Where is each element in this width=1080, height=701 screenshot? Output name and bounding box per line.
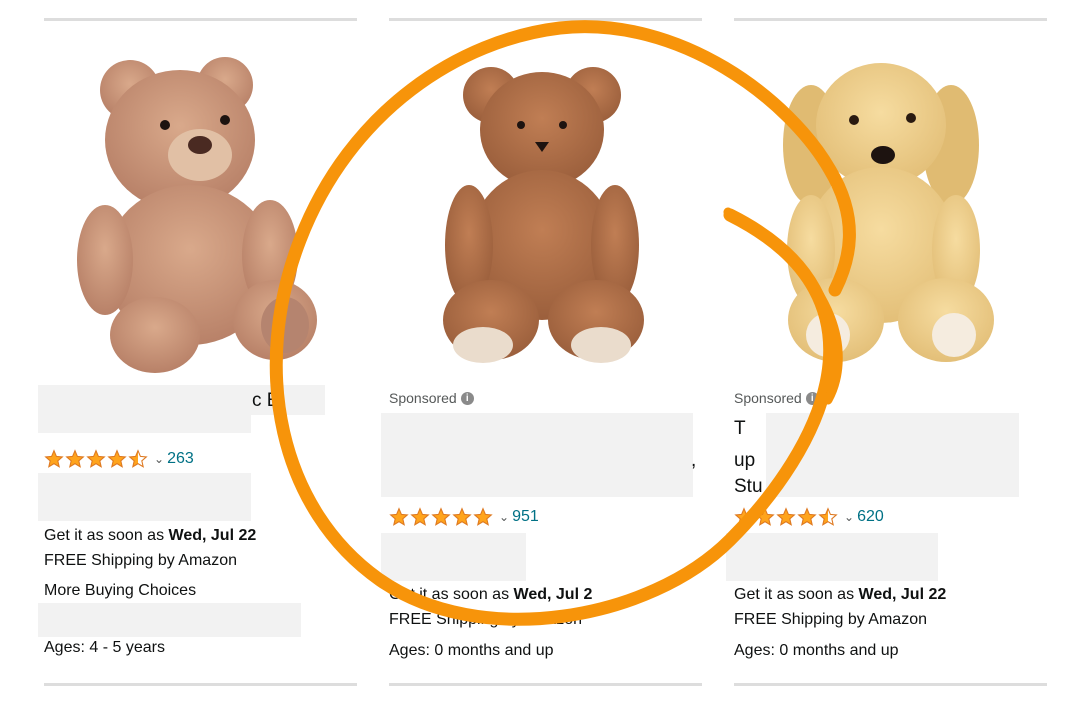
product-card-3[interactable]: Sponsored i T up Stu ⌄ 620 Get it as soo…	[726, 0, 1046, 701]
chevron-down-icon[interactable]: ⌄	[844, 510, 854, 524]
star-icon	[734, 507, 754, 526]
more-buying-choices-link[interactable]: More Buying Choices	[44, 582, 196, 600]
star-icon	[65, 449, 85, 468]
redacted-title-3	[766, 413, 1019, 497]
star-icon	[776, 507, 796, 526]
ages-line-2: Ages: 0 months and up	[389, 642, 554, 659]
partial-title-line-2: up	[734, 450, 756, 471]
star-rating-3[interactable]	[734, 507, 838, 527]
rating-count-1[interactable]: 263	[167, 450, 194, 468]
redacted-title-1b	[38, 415, 251, 433]
divider-bottom-3	[734, 683, 1047, 686]
info-icon[interactable]: i	[805, 391, 819, 405]
rating-row-2[interactable]: ⌄ 951	[389, 507, 539, 527]
rating-row-1[interactable]: ⌄ 263	[44, 449, 194, 469]
delivery-prefix-1: Get it as soon as	[44, 527, 165, 544]
star-icon	[107, 449, 127, 468]
delivery-line-3: Get it as soon as Wed, Jul 22	[734, 586, 946, 604]
redacted-title-1	[38, 385, 325, 415]
star-icon	[44, 449, 64, 468]
star-rating-1[interactable]	[44, 449, 148, 469]
chevron-down-icon[interactable]: ⌄	[154, 452, 164, 466]
partial-title-line-1: T	[734, 418, 746, 439]
rating-count-3[interactable]: 620	[857, 508, 884, 526]
delivery-prefix-3: Get it as soon as	[734, 586, 855, 603]
redacted-offer-1	[38, 603, 301, 637]
shipping-line-2: FREE Shipping by Amazon	[389, 611, 582, 628]
shipping-line-1: FREE Shipping by Amazon	[44, 552, 237, 569]
partial-title-line-3: Stu	[734, 476, 763, 497]
product-card-1[interactable]: c E ⌄ 263 Get it as soon as Wed, Jul 22 …	[38, 0, 358, 701]
star-rating-2[interactable]	[389, 507, 493, 527]
sponsored-text-3: Sponsored	[734, 390, 802, 406]
redacted-price-3	[726, 533, 938, 581]
sponsored-label-3: Sponsored i	[734, 390, 819, 406]
rating-count-2[interactable]: 951	[512, 508, 539, 526]
redacted-price-1	[38, 473, 251, 521]
star-icon	[389, 507, 409, 526]
sponsored-label-2: Sponsored i	[389, 390, 474, 406]
product-image-teddy-bear-2[interactable]	[411, 50, 671, 380]
star-icon	[410, 507, 430, 526]
star-icon	[452, 507, 472, 526]
redacted-title-2	[381, 413, 693, 497]
product-image-puppy-plush[interactable]	[766, 50, 1026, 380]
rating-row-3[interactable]: ⌄ 620	[734, 507, 884, 527]
star-icon	[473, 507, 493, 526]
redacted-price-2	[381, 533, 526, 581]
delivery-line-2: Get it as soon as Wed, Jul 2	[389, 586, 592, 604]
partial-title-text-2: ,	[691, 450, 697, 471]
delivery-line-1: Get it as soon as Wed, Jul 22	[44, 527, 256, 545]
partial-title-text-1: c E	[252, 390, 280, 411]
star-icon	[431, 507, 451, 526]
delivery-date-3: Wed, Jul 22	[858, 586, 947, 603]
delivery-date-2: Wed, Jul 2	[513, 586, 593, 603]
chevron-down-icon[interactable]: ⌄	[499, 510, 509, 524]
product-card-2[interactable]: Sponsored i , ⌄ 951 Get it as soon as We…	[381, 0, 701, 701]
delivery-date-1: Wed, Jul 22	[168, 527, 257, 544]
product-image-teddy-bear-1[interactable]	[70, 50, 330, 380]
info-icon[interactable]: i	[460, 391, 474, 405]
sponsored-text-2: Sponsored	[389, 390, 457, 406]
shipping-line-3: FREE Shipping by Amazon	[734, 611, 927, 628]
divider-bottom-2	[389, 683, 702, 686]
delivery-prefix-2: Get it as soon as	[389, 586, 510, 603]
star-icon	[797, 507, 817, 526]
ages-line-3: Ages: 0 months and up	[734, 642, 899, 659]
half-star-icon	[128, 449, 148, 468]
star-icon	[86, 449, 106, 468]
star-icon	[755, 507, 775, 526]
half-star-icon	[818, 507, 838, 526]
divider-bottom-1	[44, 683, 357, 686]
ages-line-1: Ages: 4 - 5 years	[44, 639, 165, 656]
